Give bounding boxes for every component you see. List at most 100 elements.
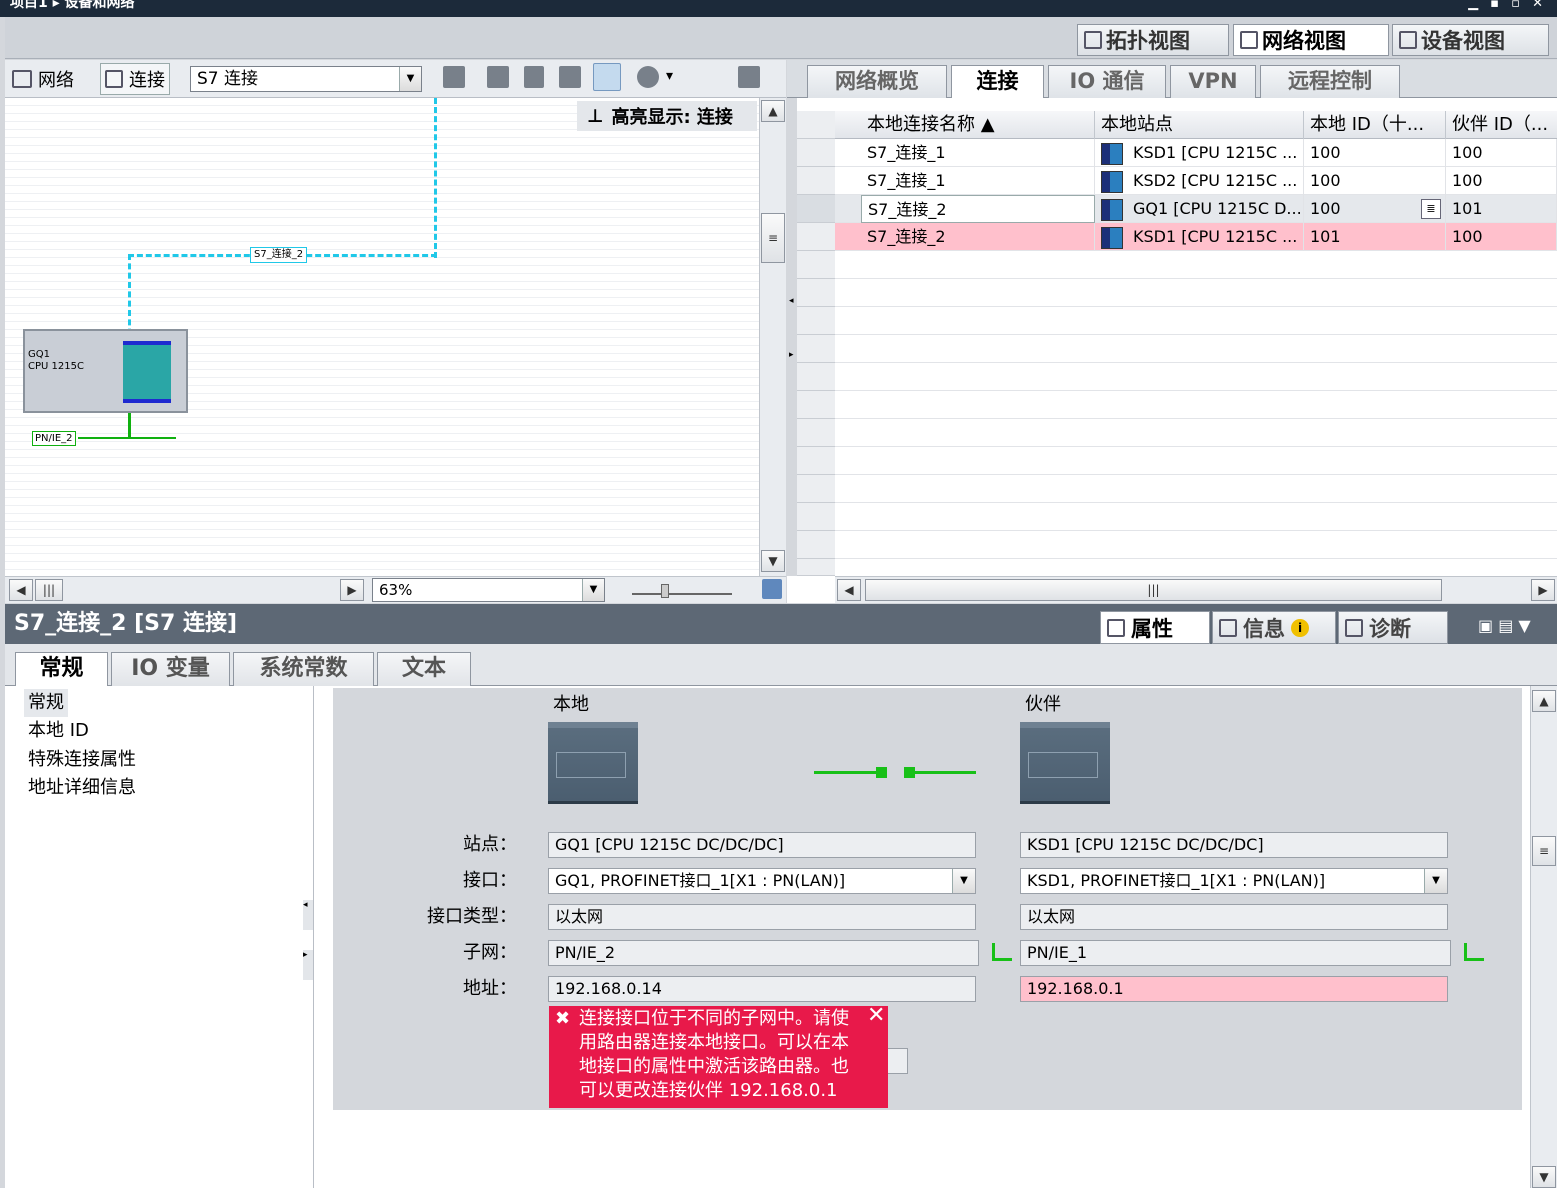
partner-address-field: 192.168.0.1: [1020, 976, 1448, 1002]
chevron-down-icon[interactable]: ▼: [582, 579, 604, 601]
chevron-down-icon[interactable]: ▼: [1424, 869, 1447, 893]
window-buttons[interactable]: ▁ ▪ ▫ ✕: [1468, 0, 1547, 10]
cell-name[interactable]: S7_连接_2: [861, 195, 1095, 223]
nav-item-special-properties[interactable]: 特殊连接属性: [28, 746, 136, 774]
chevron-down-icon[interactable]: ▼: [399, 67, 421, 91]
partner-subnet-field: PN/IE_1: [1020, 940, 1451, 966]
local-interface-type-field: 以太网: [548, 904, 976, 930]
scroll-right-icon[interactable]: ▶: [340, 579, 364, 601]
panel-toggle-icon[interactable]: [738, 66, 760, 88]
local-interface-select[interactable]: GQ1, PROFINET接口_1[X1 : PN(LAN)] ▼: [548, 868, 976, 894]
label-interface-type: 接口类型：: [427, 906, 517, 927]
tab-label: 属性: [1131, 616, 1173, 641]
row-header[interactable]: [797, 167, 835, 195]
collapse-right-icon[interactable]: ▸: [789, 350, 794, 360]
tab-network-view[interactable]: 网络视图: [1233, 24, 1389, 56]
tab-properties[interactable]: 属性: [1100, 611, 1210, 644]
subtab-system-constants[interactable]: 系统常数: [233, 652, 374, 686]
device-name-icon[interactable]: [443, 66, 465, 88]
subnet-label[interactable]: PN/IE_2: [32, 431, 76, 446]
scroll-left-icon[interactable]: ◀: [837, 579, 861, 601]
scroll-right-icon[interactable]: ▶: [1531, 579, 1555, 601]
panel-menu-icon[interactable]: ▣ ▤ ▼: [1478, 616, 1531, 635]
tab-io-communication[interactable]: IO 通信: [1048, 65, 1166, 98]
hscroll-thumb[interactable]: |||: [35, 579, 63, 601]
subnet-line[interactable]: [78, 437, 176, 439]
table-row-error[interactable]: S7_连接_2 KSD1 [CPU 1215C ... 101 100: [835, 223, 1557, 251]
cell-local-id: 100: [1304, 167, 1446, 195]
zoom-dropdown-icon[interactable]: ▾: [666, 68, 673, 84]
row-header[interactable]: [797, 195, 835, 223]
cell-station: GQ1 [CPU 1215C D...: [1095, 195, 1304, 223]
cpu-icon: [1101, 198, 1123, 221]
info-icon: [1219, 618, 1237, 637]
station-text: KSD1 [CPU 1215C ...: [1133, 143, 1298, 162]
overview-icon[interactable]: [762, 579, 782, 599]
subnet-icon[interactable]: [992, 943, 1012, 961]
plc-module[interactable]: [123, 341, 171, 403]
nav-item-general[interactable]: 常规: [24, 689, 68, 717]
plc-device[interactable]: GQ1 CPU 1215C: [23, 329, 188, 413]
scroll-thumb[interactable]: ≡: [761, 213, 785, 263]
scroll-thumb[interactable]: ≡: [1532, 836, 1556, 866]
connection-label[interactable]: S7_连接_2: [250, 247, 308, 263]
column-partner-id[interactable]: 伙伴 ID（...: [1446, 111, 1557, 139]
split-view-icon[interactable]: [593, 63, 621, 91]
nav-item-address-details[interactable]: 地址详细信息: [28, 774, 136, 802]
scroll-down-icon[interactable]: ▼: [1532, 1166, 1556, 1188]
scroll-up-icon[interactable]: ▲: [1532, 690, 1556, 712]
partner-interface-select[interactable]: KSD1, PROFINET接口_1[X1 : PN(LAN)] ▼: [1020, 868, 1448, 894]
label-station: 站点：: [463, 834, 517, 855]
subtab-io-tags[interactable]: IO 变量: [111, 652, 230, 686]
scroll-up-icon[interactable]: ▲: [761, 100, 785, 122]
row-header[interactable]: [797, 223, 835, 251]
hscroll-thumb[interactable]: |||: [865, 579, 1442, 601]
split-handle[interactable]: [787, 98, 797, 576]
column-local-name[interactable]: 本地连接名称 ▲: [861, 111, 1095, 139]
table-row[interactable]: S7_连接_1 KSD1 [CPU 1215C ... 100 100: [835, 139, 1557, 167]
cell-station: KSD2 [CPU 1215C ...: [1095, 167, 1304, 195]
subtab-texts[interactable]: 文本: [377, 652, 471, 686]
nav-item-local-id[interactable]: 本地 ID: [28, 717, 89, 745]
scroll-down-icon[interactable]: ▼: [761, 550, 785, 572]
list-icon[interactable]: ≣: [1421, 199, 1441, 219]
pin-icon[interactable]: ⊥: [587, 106, 603, 127]
collapse-right-icon[interactable]: ▸: [303, 950, 313, 980]
grid-icon[interactable]: [559, 66, 581, 88]
page-break-icon[interactable]: [524, 66, 544, 88]
connections-button[interactable]: 连接: [100, 63, 170, 95]
scroll-left-icon[interactable]: ◀: [9, 579, 33, 601]
table-row-selected[interactable]: S7_连接_2 GQ1 [CPU 1215C D... 100 ≣ 101: [835, 195, 1557, 223]
tab-diagnostics[interactable]: 诊断: [1338, 611, 1448, 644]
show-interface-icon[interactable]: [487, 66, 509, 88]
tab-connections[interactable]: 连接: [951, 65, 1044, 98]
zoom-icon[interactable]: [637, 66, 659, 88]
row-header[interactable]: [797, 139, 835, 167]
tab-remote-control[interactable]: 远程控制: [1260, 65, 1400, 98]
tab-info[interactable]: 信息 i: [1212, 611, 1336, 644]
column-local-station[interactable]: 本地站点: [1095, 111, 1304, 139]
local-interface-value: GQ1, PROFINET接口_1[X1 : PN(LAN)]: [555, 871, 846, 890]
tab-network-overview[interactable]: 网络概览: [807, 65, 947, 98]
connection-type-select[interactable]: S7 连接 ▼: [190, 66, 422, 92]
subnet-icon[interactable]: [1464, 943, 1484, 961]
zoom-select[interactable]: 63% ▼: [372, 578, 605, 602]
canvas-scrollbar[interactable]: ▲ ≡ ▼: [759, 98, 786, 576]
table-row[interactable]: S7_连接_1 KSD2 [CPU 1215C ... 100 100: [835, 167, 1557, 195]
tab-topology-view[interactable]: 拓扑视图: [1077, 24, 1229, 56]
info-badge-icon: i: [1291, 618, 1309, 637]
property-scrollbar[interactable]: ▲ ≡ ▼: [1530, 686, 1557, 1188]
tab-device-view[interactable]: 设备视图: [1392, 24, 1549, 56]
zoom-slider[interactable]: [632, 593, 732, 595]
collapse-left-icon[interactable]: ◂: [303, 900, 313, 930]
tab-vpn[interactable]: VPN: [1170, 65, 1256, 98]
tab-label: 设备视图: [1421, 29, 1505, 53]
network-button[interactable]: 网络: [12, 66, 74, 92]
chevron-down-icon[interactable]: ▼: [952, 869, 975, 893]
zoom-slider-thumb[interactable]: [661, 584, 669, 598]
column-local-id[interactable]: 本地 ID（十...: [1304, 111, 1446, 139]
subtab-general[interactable]: 常规: [15, 652, 108, 686]
link-line-left: [814, 771, 882, 774]
collapse-left-icon[interactable]: ◂: [789, 296, 794, 306]
close-icon[interactable]: ✕: [867, 1004, 885, 1028]
